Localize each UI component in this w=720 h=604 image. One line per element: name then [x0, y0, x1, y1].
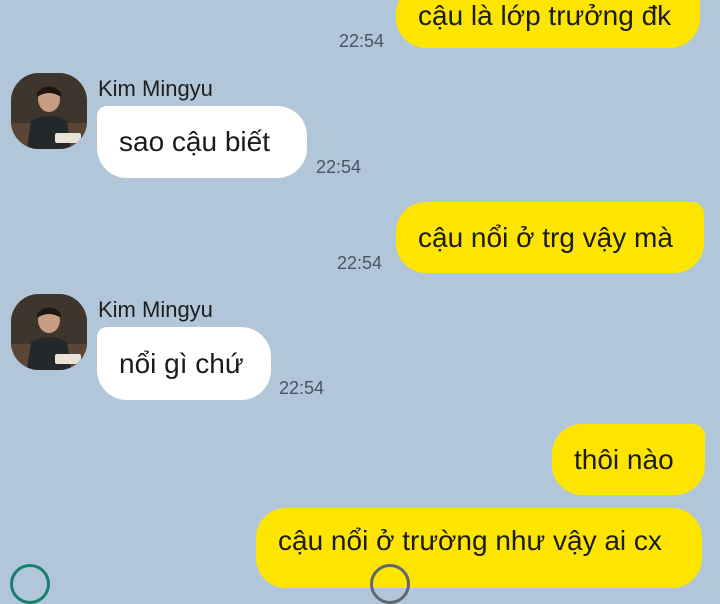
my-message-bubble[interactable]: cậu nổi ở trường như vậy ai cx [256, 508, 702, 588]
avatar-photo-icon [11, 294, 87, 370]
message-time: 22:54 [316, 157, 362, 177]
my-message-bubble[interactable]: cậu nổi ở trg vậy mà [396, 202, 704, 273]
message-text: thôi nào [574, 443, 674, 475]
their-message-bubble[interactable]: sao cậu biết [97, 106, 307, 178]
message-text: cậu là lớp trưởng đk [418, 0, 672, 31]
message-time: 22:54 [279, 378, 325, 398]
my-message-bubble[interactable]: thôi nào [552, 424, 705, 495]
avatar-photo-icon [11, 73, 87, 149]
message-time: 22:54 [339, 31, 385, 51]
message-time: 22:54 [337, 253, 383, 273]
message-text: sao cậu biết [119, 126, 270, 157]
sender-name: Kim Mingyu [98, 297, 213, 322]
message-text: nổi gì chứ [119, 347, 244, 379]
my-message-bubble[interactable]: cậu là lớp trưởng đk [396, 0, 700, 48]
their-message-bubble[interactable]: nổi gì chứ [97, 327, 271, 400]
emoji-button-icon[interactable] [10, 564, 50, 604]
avatar[interactable] [11, 73, 87, 149]
sender-name: Kim Mingyu [98, 76, 213, 101]
attach-icon[interactable] [370, 564, 410, 604]
message-text: cậu nổi ở trg vậy mà [418, 221, 673, 253]
chat-area[interactable]: cậu là lớp trưởng đk 22:54 Kim Mingyu sa… [0, 0, 720, 604]
message-text: cậu nổi ở trường như vậy ai cx [278, 525, 662, 556]
avatar[interactable] [11, 294, 87, 370]
